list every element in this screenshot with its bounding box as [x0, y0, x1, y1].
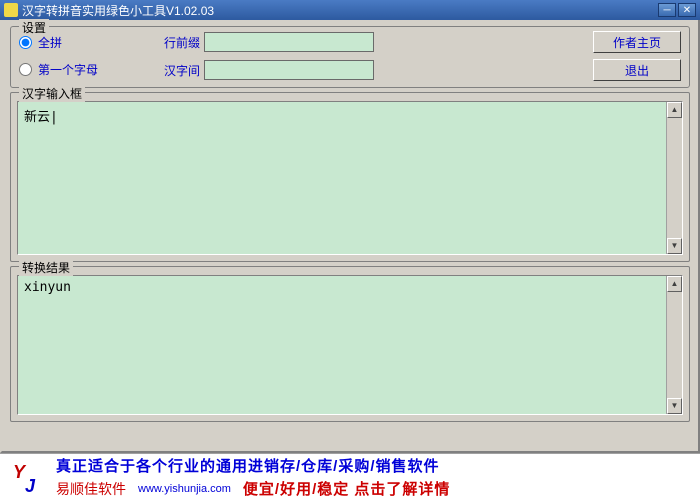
close-button[interactable]: ✕: [678, 3, 696, 17]
homepage-button[interactable]: 作者主页: [593, 31, 681, 53]
radio-first-label: 第一个字母: [38, 61, 98, 78]
radio-first-input[interactable]: [19, 63, 32, 76]
footer-logo-icon: Y J: [6, 457, 48, 497]
input-legend: 汉字输入框: [19, 85, 85, 102]
scroll-up-icon[interactable]: ▲: [667, 102, 682, 118]
scroll-track[interactable]: [667, 118, 682, 238]
settings-legend: 设置: [19, 19, 49, 36]
titlebar: 汉字转拼音实用绿色小工具V1.02.03 ─ ✕: [0, 0, 700, 20]
spacing-input[interactable]: [204, 60, 374, 80]
result-scrollbar[interactable]: ▲ ▼: [666, 276, 682, 414]
radio-first-letter[interactable]: 第一个字母: [19, 61, 98, 78]
svg-text:J: J: [25, 476, 36, 496]
radio-full-label: 全拼: [38, 34, 62, 51]
footer-ad[interactable]: Y J 真正适合于各个行业的通用进销存/仓库/采购/销售软件 易顺佳软件 www…: [0, 453, 700, 500]
prefix-label: 行前缀: [148, 34, 200, 51]
window-title: 汉字转拼音实用绿色小工具V1.02.03: [22, 2, 658, 19]
input-group: 汉字输入框 ▲ ▼: [10, 92, 690, 262]
prefix-input[interactable]: [204, 32, 374, 52]
footer-url: www.yishunjia.com: [138, 483, 231, 495]
input-scrollbar[interactable]: ▲ ▼: [666, 102, 682, 254]
app-icon: [4, 3, 18, 17]
result-group: 转换结果 ▲ ▼: [10, 266, 690, 422]
window-body: 设置 全拼 第一个字母 行前缀 汉字间 作者主页 退出: [0, 20, 700, 453]
footer-brand: 易顺佳软件: [56, 479, 126, 499]
footer-tagline: 真正适合于各个行业的通用进销存/仓库/采购/销售软件: [56, 455, 450, 476]
footer-slogan: 便宜/好用/稳定 点击了解详情: [243, 478, 451, 499]
scroll-track[interactable]: [667, 292, 682, 398]
exit-button[interactable]: 退出: [593, 59, 681, 81]
scroll-up-icon[interactable]: ▲: [667, 276, 682, 292]
result-legend: 转换结果: [19, 259, 73, 276]
spacing-label: 汉字间: [148, 62, 200, 79]
minimize-button[interactable]: ─: [658, 3, 676, 17]
scroll-down-icon[interactable]: ▼: [667, 398, 682, 414]
result-textarea[interactable]: [18, 276, 666, 414]
radio-full-input[interactable]: [19, 36, 32, 49]
radio-full-pinyin[interactable]: 全拼: [19, 34, 98, 51]
settings-group: 设置 全拼 第一个字母 行前缀 汉字间 作者主页 退出: [10, 26, 690, 88]
scroll-down-icon[interactable]: ▼: [667, 238, 682, 254]
hanzi-input-textarea[interactable]: [18, 102, 666, 254]
